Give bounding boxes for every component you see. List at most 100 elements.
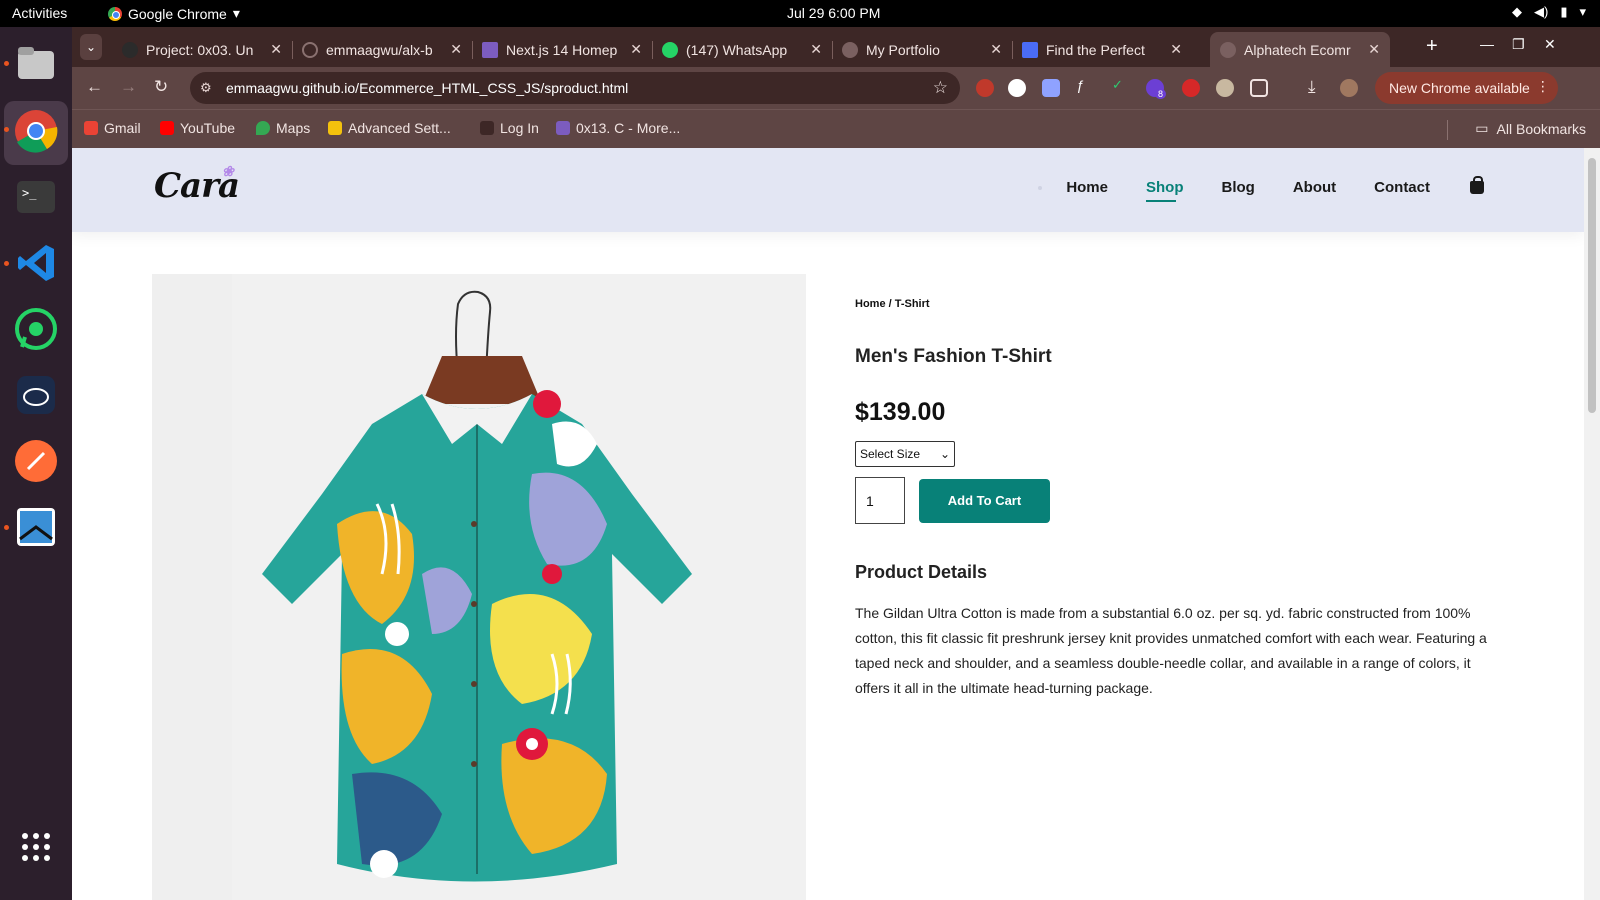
system-tray[interactable]: ◆ ◀) ▮ ▾: [1512, 4, 1586, 20]
tab-title: Project: 0x03. Un: [146, 41, 254, 58]
bookmark-youtube[interactable]: YouTube: [160, 120, 235, 136]
tab-strip: ⌄ Project: 0x03. Un ✕ emmaagwu/alx-b ✕ N…: [72, 27, 1600, 67]
close-icon[interactable]: ✕: [1170, 41, 1182, 58]
running-indicator: [4, 525, 9, 530]
tab-search-button[interactable]: ⌄: [80, 34, 102, 60]
whatsapp-icon: [662, 41, 678, 58]
nav-dot: [1038, 185, 1043, 190]
cloud-app-icon[interactable]: [12, 371, 60, 419]
whatsapp-app-icon[interactable]: [12, 305, 60, 353]
download-icon[interactable]: ⤓: [1308, 77, 1316, 97]
avatar[interactable]: [1340, 79, 1358, 97]
app-menu[interactable]: Google Chrome ▾: [108, 5, 240, 22]
site-nav: Home Shop Blog About Contact: [1038, 176, 1484, 202]
extension-icon[interactable]: [1042, 79, 1060, 97]
new-tab-button[interactable]: +: [1426, 35, 1438, 58]
bookmark-label: YouTube: [180, 120, 236, 136]
tab-alphatech-active[interactable]: Alphatech Ecomr ✕: [1210, 32, 1390, 67]
chevron-down-icon: ⌄: [85, 40, 97, 54]
product-image[interactable]: [152, 274, 806, 900]
forward-icon[interactable]: →: [120, 77, 137, 97]
activities-button[interactable]: Activities: [12, 5, 67, 21]
postman-app-icon[interactable]: [12, 437, 60, 485]
bookmark-login[interactable]: Log In: [480, 120, 539, 136]
site-logo[interactable]: Cara ❀: [154, 164, 240, 206]
bookmark-label: 0x13. C - More...: [576, 120, 681, 136]
all-bookmarks-button[interactable]: ▭ All Bookmarks: [1475, 120, 1586, 137]
breadcrumb[interactable]: Home / T-Shirt: [855, 298, 1495, 310]
terminal-app-icon[interactable]: >_: [12, 173, 60, 221]
product-price: $139.00: [855, 398, 946, 426]
favicon-icon: [122, 41, 138, 58]
close-icon[interactable]: ✕: [630, 41, 642, 58]
colorpicker-extension-icon[interactable]: [1008, 79, 1026, 97]
tab-find-perfect[interactable]: Find the Perfect ✕: [1012, 32, 1192, 67]
product-details-panel: Home / T-Shirt Men's Fashion T-Shirt $13…: [855, 298, 1495, 701]
tab-title: Find the Perfect: [1046, 41, 1145, 58]
close-icon[interactable]: ✕: [810, 41, 822, 58]
address-bar[interactable]: ⚙ emmaagwu.github.io/Ecommerce_HTML_CSS_…: [190, 72, 960, 104]
puzzle-icon[interactable]: [1250, 79, 1268, 97]
close-icon[interactable]: ✕: [270, 41, 282, 58]
url-text: emmaagwu.github.io/Ecommerce_HTML_CSS_JS…: [226, 80, 629, 96]
bookmark-c-more[interactable]: 0x13. C - More...: [556, 120, 680, 136]
extension-icon[interactable]: [1216, 79, 1234, 97]
add-to-cart-button[interactable]: Add To Cart: [919, 478, 1050, 523]
update-chrome-button[interactable]: New Chrome available ⋮: [1375, 72, 1558, 104]
maps-icon: [256, 121, 270, 135]
photo-viewer-app-icon[interactable]: [12, 503, 60, 551]
size-select[interactable]: Select Size ⌄: [855, 441, 955, 467]
vscode-app-icon[interactable]: [12, 239, 60, 287]
wifi-icon: ◆: [1511, 4, 1522, 19]
bookmark-gmail[interactable]: Gmail: [84, 120, 141, 136]
extension-icon[interactable]: [976, 79, 994, 97]
dock: >_: [0, 27, 72, 900]
globe-icon: [1220, 41, 1236, 58]
quantity-input[interactable]: 1: [855, 477, 905, 524]
tab-title: emmaagwu/alx-b: [326, 41, 433, 58]
details-heading: Product Details: [855, 562, 988, 582]
scrollbar-thumb[interactable]: [1588, 158, 1596, 413]
minimize-icon[interactable]: —: [1480, 36, 1494, 52]
shopping-bag-icon[interactable]: [1470, 176, 1484, 194]
tomato-extension-icon[interactable]: [1182, 79, 1200, 97]
close-icon[interactable]: ✕: [990, 41, 1002, 58]
bookmark-advanced-settings[interactable]: Advanced Sett...: [328, 120, 451, 136]
nav-home[interactable]: Home: [1066, 179, 1108, 196]
chevron-down-icon: ▾: [1579, 4, 1586, 19]
check-extension-icon[interactable]: ✓: [1112, 77, 1130, 95]
close-icon[interactable]: ✕: [450, 41, 462, 58]
browser-toolbar: ← → ↻ ⚙ emmaagwu.github.io/Ecommerce_HTM…: [72, 67, 1600, 109]
tab-project[interactable]: Project: 0x03. Un ✕: [112, 32, 292, 67]
tab-portfolio[interactable]: My Portfolio ✕: [832, 32, 1012, 67]
window-close-icon[interactable]: ✕: [1544, 36, 1556, 53]
files-app-icon[interactable]: [12, 39, 60, 87]
nav-shop[interactable]: Shop: [1146, 179, 1184, 202]
back-icon[interactable]: ←: [86, 77, 103, 97]
details-text: The Gildan Ultra Cotton is made from a s…: [855, 605, 1487, 696]
nav-contact[interactable]: Contact: [1374, 179, 1430, 196]
tab-whatsapp[interactable]: (147) WhatsApp ✕: [652, 32, 832, 67]
bookmark-label: Advanced Sett...: [348, 120, 451, 136]
app-menu-label: Google Chrome: [128, 5, 227, 22]
clock[interactable]: Jul 29 6:00 PM: [787, 5, 880, 21]
bookmark-maps[interactable]: Maps: [256, 120, 310, 136]
function-extension-icon[interactable]: ƒ: [1076, 77, 1094, 95]
tab-nextjs[interactable]: Next.js 14 Homep ✕: [472, 32, 652, 67]
maximize-icon[interactable]: ❐: [1512, 36, 1525, 53]
close-icon[interactable]: ✕: [1368, 41, 1380, 58]
chevron-down-icon: ⌄: [939, 447, 950, 461]
page-viewport: Cara ❀ Home Shop Blog About Contact Home…: [72, 148, 1584, 900]
chrome-app-icon[interactable]: [12, 107, 60, 155]
nav-blog[interactable]: Blog: [1222, 179, 1255, 196]
show-apps-icon[interactable]: [12, 823, 60, 871]
page-scrollbar[interactable]: [1584, 148, 1600, 900]
nav-about[interactable]: About: [1293, 179, 1336, 196]
battery-icon: ▮: [1560, 4, 1568, 19]
more-vert-icon[interactable]: ⋮: [1536, 78, 1550, 95]
tab-title: (147) WhatsApp: [686, 41, 788, 58]
site-info-icon[interactable]: ⚙: [200, 80, 212, 96]
reload-icon[interactable]: ↻: [154, 77, 168, 97]
tab-github[interactable]: emmaagwu/alx-b ✕: [292, 32, 472, 67]
bookmark-star-icon[interactable]: ☆: [933, 78, 948, 98]
